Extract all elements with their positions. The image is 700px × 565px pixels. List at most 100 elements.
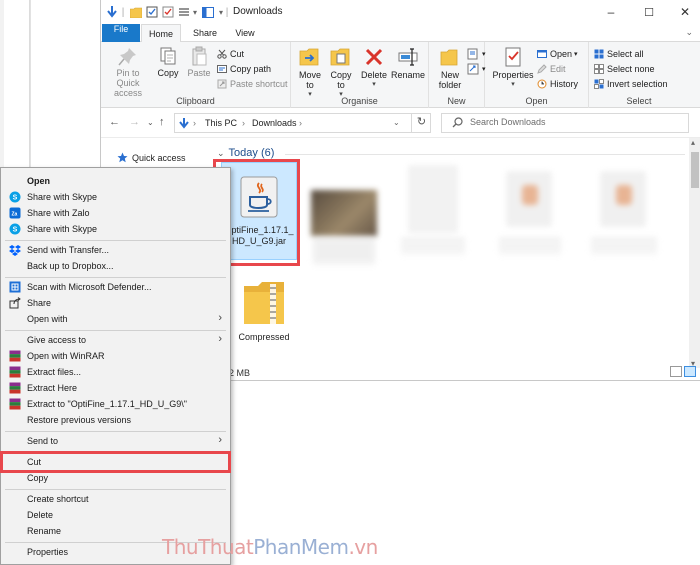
large-icons-view-button[interactable] — [684, 366, 696, 377]
group-header[interactable]: ⌄ Today (6) — [217, 147, 274, 159]
folder-item-compressed[interactable]: Compressed — [229, 272, 299, 358]
edit-button[interactable]: Edit — [537, 62, 566, 76]
minimize-button[interactable]: – — [593, 0, 629, 24]
menu-item-share-zalo[interactable]: Za Share with Zalo — [1, 205, 230, 221]
ribbon-expand-icon[interactable]: ⌄ — [685, 27, 693, 38]
menu-item-extract-files[interactable]: Extract files... — [1, 364, 230, 380]
view-qa-icon[interactable] — [201, 5, 215, 19]
new-folder-icon — [440, 49, 458, 66]
menu-item-open-winrar[interactable]: Open with WinRAR — [1, 348, 230, 364]
collapse-chevron-icon: ⌄ — [217, 147, 225, 158]
app-down-arrow-icon[interactable] — [105, 5, 119, 19]
menu-item-share[interactable]: Share — [1, 295, 230, 311]
details-view-button[interactable] — [670, 366, 682, 377]
watermark-part2: PhanMem — [253, 535, 349, 559]
menu-item-label: Scan with Microsoft Defender... — [27, 282, 152, 292]
pin-quick-access-button[interactable]: Pin to Quick access — [104, 46, 152, 98]
menu-item-label: Share with Skype — [27, 192, 98, 202]
menu-item-delete[interactable]: Delete — [1, 507, 230, 523]
up-arrow-icon[interactable]: ↑ — [159, 116, 165, 128]
title-separator-2: | — [225, 6, 229, 18]
menu-item-extract-here[interactable]: Extract Here — [1, 380, 230, 396]
check-qa-icon[interactable] — [161, 5, 175, 19]
menu-item-share-skype-2[interactable]: S Share with Skype — [1, 221, 230, 237]
group-divider — [285, 154, 685, 155]
new-item-button[interactable]: ▾ — [467, 47, 486, 61]
breadcrumb-downloads[interactable]: Downloads — [252, 118, 297, 128]
tab-share[interactable]: Share — [185, 24, 225, 42]
menu-item-share-skype[interactable]: S Share with Skype — [1, 189, 230, 205]
menu-separator — [5, 431, 226, 432]
select-none-button[interactable]: Select none — [594, 62, 655, 76]
properties-button[interactable]: Properties ▾ — [491, 46, 535, 90]
menu-item-open[interactable]: Open — [1, 173, 230, 189]
scroll-up-icon[interactable]: ▴ — [691, 138, 695, 147]
open-label: Open — [550, 49, 573, 59]
svg-text:S: S — [13, 195, 18, 202]
address-dropdown-icon[interactable]: ⌄ — [393, 118, 400, 127]
blurred-document-icon — [409, 166, 457, 232]
vertical-scrollbar[interactable]: ▴ ▾ — [689, 138, 700, 368]
tab-file[interactable]: File — [102, 24, 140, 42]
tab-view[interactable]: View — [225, 24, 265, 42]
blurred-file-label — [591, 238, 657, 254]
menu-item-open-with[interactable]: Open with › — [1, 311, 230, 327]
organise-group-label: Organise — [341, 96, 378, 106]
qa-dropdown-icon[interactable]: ▾ — [191, 5, 199, 19]
history-button[interactable]: History — [537, 77, 578, 91]
refresh-button[interactable]: ↻ — [411, 113, 431, 133]
copy-to-button[interactable]: Copy to ▾ — [326, 46, 356, 100]
open-group: Properties ▾ Open ▾ Edit History Open — [485, 42, 589, 108]
paste-shortcut-button[interactable]: Paste shortcut — [217, 77, 288, 91]
menu-item-give-access[interactable]: Give access to › — [1, 332, 230, 348]
delete-button[interactable]: Delete ▾ — [359, 46, 389, 90]
copy-path-button[interactable]: Copy path — [217, 62, 271, 76]
breadcrumb-this-pc[interactable]: This PC — [205, 118, 237, 128]
close-button[interactable]: ✕ — [667, 0, 700, 24]
submenu-arrow-icon: › — [218, 312, 222, 324]
menu-item-send-to[interactable]: Send to › — [1, 433, 230, 449]
search-input[interactable] — [470, 117, 680, 127]
breadcrumb-separator-icon: › — [242, 118, 245, 128]
delete-x-icon — [365, 48, 383, 66]
recent-locations-icon[interactable]: ⌄ — [147, 118, 154, 127]
menu-item-send-transfer[interactable]: Send with Transfer... — [1, 242, 230, 258]
tab-home[interactable]: Home — [141, 24, 181, 43]
skype-icon: S — [9, 191, 21, 203]
cut-button[interactable]: Cut — [217, 47, 244, 61]
select-group: Select all Select none Invert selection … — [589, 42, 689, 108]
menu-item-label: Open with — [27, 314, 68, 324]
forward-arrow-icon[interactable]: → — [129, 116, 140, 128]
nav-quick-access[interactable]: Quick access — [117, 152, 186, 163]
share-icon — [9, 297, 21, 309]
menu-item-scan-defender[interactable]: Scan with Microsoft Defender... — [1, 279, 230, 295]
search-box[interactable] — [441, 113, 689, 133]
copy-button[interactable]: Copy — [155, 46, 181, 78]
star-icon — [117, 152, 128, 163]
folder-icon[interactable] — [129, 5, 143, 19]
scroll-thumb[interactable] — [691, 152, 699, 188]
invert-selection-button[interactable]: Invert selection — [594, 77, 668, 91]
rename-button[interactable]: Rename — [391, 46, 425, 80]
menu-item-backup-dropbox[interactable]: Back up to Dropbox... — [1, 258, 230, 274]
customize-qa-icon[interactable]: ▾ — [217, 5, 225, 19]
properties-qa-icon[interactable] — [145, 5, 159, 19]
menu-item-extract-to[interactable]: Extract to "OptiFine_1.17.1_HD_U_G9\" — [1, 396, 230, 412]
new-folder-button[interactable]: New folder — [435, 46, 465, 90]
menu-item-restore-versions[interactable]: Restore previous versions — [1, 412, 230, 428]
menu-separator — [5, 240, 226, 241]
back-arrow-icon[interactable]: ← — [109, 116, 120, 128]
menu-item-label: Send to — [27, 436, 59, 446]
move-to-button[interactable]: Move to ▾ — [295, 46, 325, 100]
easy-access-button[interactable]: ▾ — [467, 62, 486, 76]
new-item-icon — [467, 48, 478, 60]
list-qa-icon[interactable] — [177, 5, 191, 19]
maximize-button[interactable]: ☐ — [631, 0, 667, 24]
paste-button[interactable]: Paste — [185, 46, 213, 78]
open-button[interactable]: Open ▾ — [537, 47, 578, 61]
address-bar[interactable]: › This PC › Downloads › ⌄ — [174, 113, 431, 133]
menu-item-create-shortcut[interactable]: Create shortcut — [1, 491, 230, 507]
menu-item-label: Send with Transfer... — [27, 245, 110, 255]
select-all-button[interactable]: Select all — [594, 47, 644, 61]
open-dropdown-icon: ▾ — [574, 51, 578, 58]
